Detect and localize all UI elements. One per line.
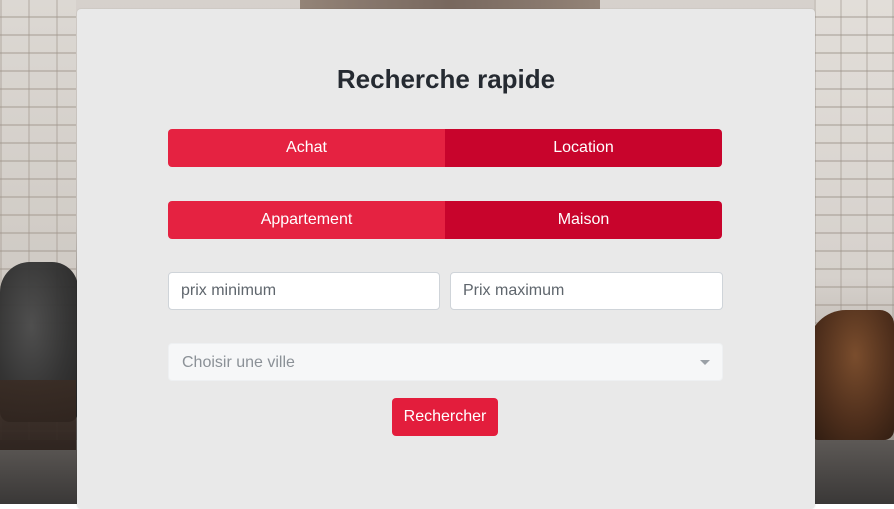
transaction-type-toggle: Achat Location xyxy=(168,129,722,167)
toggle-option-achat[interactable]: Achat xyxy=(168,129,445,167)
search-button[interactable]: Rechercher xyxy=(392,398,498,436)
toggle-option-appartement[interactable]: Appartement xyxy=(168,201,445,239)
price-min-input[interactable] xyxy=(168,272,440,310)
price-range xyxy=(168,272,723,310)
page-title: Recherche rapide xyxy=(336,64,556,94)
sofa-left-base xyxy=(0,380,76,450)
price-max-input[interactable] xyxy=(450,272,723,310)
toggle-option-maison[interactable]: Maison xyxy=(445,201,722,239)
property-type-toggle: Appartement Maison xyxy=(168,201,722,239)
chevron-down-icon xyxy=(700,360,710,365)
city-select-placeholder: Choisir une ville xyxy=(182,354,295,371)
leather-chair-right xyxy=(808,310,894,440)
toggle-option-location[interactable]: Location xyxy=(445,129,722,167)
quick-search-panel: Recherche rapide Achat Location Appartem… xyxy=(77,9,815,509)
city-select[interactable]: Choisir une ville xyxy=(168,343,723,381)
